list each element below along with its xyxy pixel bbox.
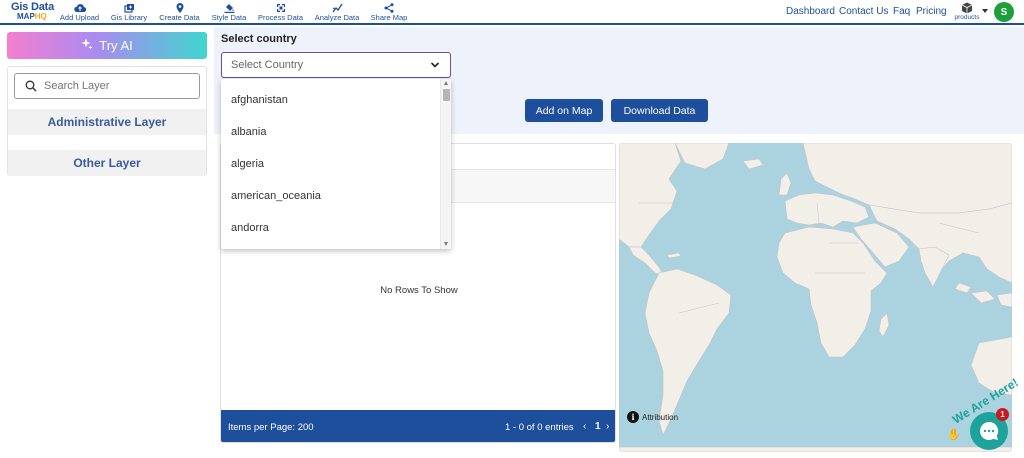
link-faq[interactable]: Faq (893, 6, 910, 17)
search-icon (25, 80, 37, 92)
option-afghanistan[interactable]: afghanistan (231, 94, 288, 106)
nav-label: Process Data (257, 13, 304, 22)
map-attribution[interactable]: i Attribution (627, 411, 678, 423)
sparkle-icon (81, 38, 93, 53)
map-pin-icon (174, 2, 186, 13)
process-icon (275, 2, 287, 13)
scroll-down-arrow[interactable] (444, 242, 448, 246)
products-menu[interactable]: products (951, 2, 983, 24)
administrative-layer-button[interactable]: Administrative Layer (8, 109, 206, 135)
nav-label: Create Data (159, 13, 200, 22)
chat-widget[interactable]: We Are Here! ✋ 1 (944, 375, 1024, 458)
link-contact-us[interactable]: Contact Us (839, 6, 888, 17)
nav-analyze-data[interactable]: Analyze Data (312, 2, 362, 24)
library-icon (123, 2, 135, 13)
nav-label: Gis Library (110, 13, 148, 22)
scroll-up-arrow[interactable] (444, 81, 448, 85)
avatar[interactable]: S (994, 2, 1014, 22)
option-american-oceania[interactable]: american_oceania (231, 190, 321, 202)
nav-label: Add Upload (59, 13, 100, 22)
paint-bucket-icon (223, 2, 235, 13)
try-ai-button[interactable]: Try AI (7, 32, 207, 59)
select-country-label: Select country (221, 33, 297, 45)
entries-count: 1 - 0 of 0 entries (505, 422, 574, 433)
logo-text-line2: MAPHQ (17, 12, 47, 21)
options-scrollbar[interactable] (440, 79, 451, 249)
top-navbar: Gis Data MAPHQ Add Upload Gis Library Cr… (0, 0, 1024, 25)
nav-label: Analyze Data (314, 13, 360, 22)
waving-hand-icon: ✋ (947, 429, 961, 441)
app-logo[interactable]: Gis Data MAPHQ (8, 1, 54, 23)
box-icon (961, 2, 973, 14)
download-data-button[interactable]: Download Data (611, 99, 708, 122)
option-albania[interactable]: albania (231, 126, 266, 138)
items-per-page[interactable]: Items per Page: 200 (228, 422, 314, 433)
add-on-map-button[interactable]: Add on Map (525, 99, 603, 122)
logo-text-hq: HQ (34, 12, 47, 21)
empty-table-message: No Rows To Show (380, 285, 458, 296)
nav-process-data[interactable]: Process Data (256, 2, 305, 24)
nav-create-data[interactable]: Create Data (157, 2, 202, 24)
logo-text-map: MAP (17, 12, 35, 21)
attribution-label: Attribution (642, 412, 679, 422)
chevron-down-icon (430, 62, 440, 68)
try-ai-label: Try AI (99, 38, 133, 53)
nav-gis-library[interactable]: Gis Library (108, 2, 150, 24)
nav-style-data[interactable]: Style Data (209, 2, 249, 24)
search-layer-input[interactable] (44, 80, 184, 92)
search-layer-box[interactable] (14, 73, 200, 99)
notification-badge: 1 (996, 408, 1009, 421)
other-layer-button[interactable]: Other Layer (8, 150, 206, 176)
country-options-list: afghanistan albania algeria american_oce… (221, 79, 451, 249)
nav-add-upload[interactable]: Add Upload (58, 2, 101, 24)
share-icon (383, 2, 395, 13)
chevron-down-icon[interactable] (982, 9, 988, 13)
analyze-icon (331, 2, 343, 13)
option-andorra[interactable]: andorra (231, 222, 269, 234)
scroll-thumb[interactable] (443, 89, 450, 101)
next-page-button[interactable]: › (606, 421, 609, 432)
products-label: products (954, 14, 980, 21)
chat-bubble-icon (979, 421, 999, 440)
prev-page-button[interactable]: ‹ (583, 421, 586, 432)
nav-share-map[interactable]: Share Map (369, 2, 409, 24)
table-pagination: Items per Page: 200 1 - 0 of 0 entries ‹… (221, 410, 615, 442)
select-country-placeholder: Select Country (231, 59, 304, 71)
link-pricing[interactable]: Pricing (916, 6, 947, 17)
current-page[interactable]: 1 (595, 421, 601, 432)
nav-label: Style Data (211, 13, 247, 22)
nav-label: Share Map (370, 13, 408, 22)
link-dashboard[interactable]: Dashboard (786, 6, 835, 17)
select-country-dropdown[interactable]: Select Country (221, 52, 451, 78)
cloud-upload-icon (73, 2, 86, 13)
layer-panel: Administrative Layer Other Layer (7, 66, 207, 176)
option-algeria[interactable]: algeria (231, 158, 264, 170)
info-icon[interactable]: i (627, 411, 639, 423)
